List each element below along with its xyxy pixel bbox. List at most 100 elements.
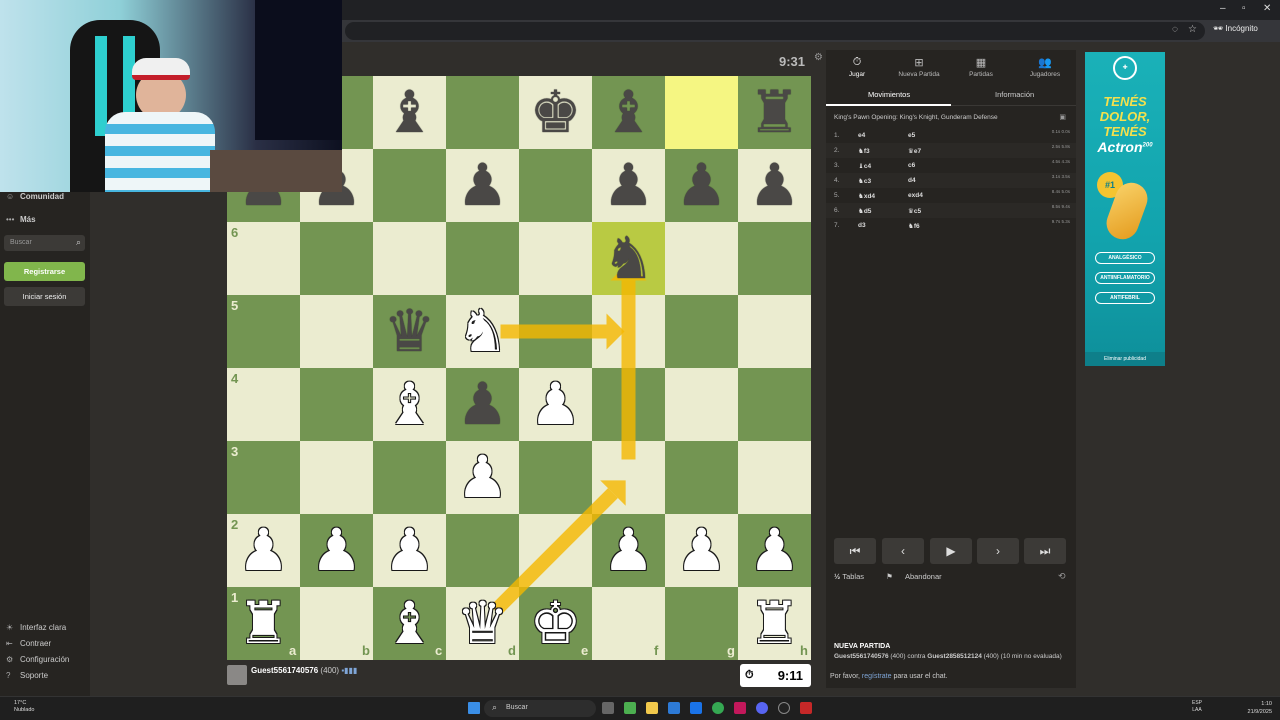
draw-button[interactable]: ½ Tablas [834,572,874,581]
sidebar-item-settings[interactable]: ⚙ Configuración [6,655,69,664]
move-black[interactable]: c6 [908,162,915,169]
black-pawn-d4[interactable]: ♟ [446,368,519,441]
task-view-icon[interactable] [602,702,614,714]
square-d8[interactable] [446,76,519,149]
move-white[interactable]: ♞f3 [858,147,870,155]
next-move-button[interactable]: › [977,538,1019,564]
square-e6[interactable] [519,222,592,295]
tab-new-game[interactable]: ⊞ Nueva Partida [888,56,950,78]
board-settings-icon[interactable]: ⚙ [814,52,823,63]
square-g8[interactable] [665,76,738,149]
square-c6[interactable] [373,222,446,295]
player1-name[interactable]: Guest5561740576 [834,653,889,660]
maximize-button[interactable]: ▫ [1242,3,1246,14]
white-rook-a1[interactable]: ♜ [227,587,300,660]
white-pawn-d3[interactable]: ♟ [446,441,519,514]
square-g5[interactable] [665,295,738,368]
subtab-info[interactable]: Información [995,90,1034,99]
square-b3[interactable] [300,441,373,514]
move-white[interactable]: e4 [858,132,865,139]
resign-button[interactable]: ⚑ Abandonar [886,572,952,581]
black-pawn-d7[interactable]: ♟ [446,149,519,222]
black-bishop-c8[interactable]: ♝ [373,76,446,149]
discord-icon[interactable] [756,702,768,714]
square-h6[interactable] [738,222,811,295]
tab-play[interactable]: ⏱ Jugar [826,56,888,78]
copilot-icon[interactable] [624,702,636,714]
sidebar-item-collapse[interactable]: ⇤ Contraer [6,639,51,648]
login-button[interactable]: Iniciar sesión [4,287,85,306]
sidebar-item-more[interactable]: ••• Más [6,215,36,224]
language-indicator[interactable]: ESP LAA [1192,700,1202,714]
app-icon[interactable] [800,702,812,714]
white-rook-h1[interactable]: ♜ [738,587,811,660]
eye-off-icon[interactable]: ◌ [1172,24,1178,35]
register-link[interactable]: regístrate [862,673,892,680]
incognito-indicator[interactable]: 🕶 Incógnito [1213,24,1258,33]
book-icon[interactable]: ▣ [1059,113,1066,121]
move-black[interactable]: exd4 [908,192,923,199]
advertisement[interactable]: ✚ TENÉS DOLOR, TENÉS Actron200 #1 ANALGÉ… [1085,52,1165,366]
tab-games[interactable]: ▦ Partidas [950,56,1012,78]
app-icon[interactable] [734,702,746,714]
square-e3[interactable] [519,441,592,514]
register-button[interactable]: Registrarse [4,262,85,281]
black-queen-c5[interactable]: ♛ [373,295,446,368]
move-white[interactable]: d3 [858,222,866,229]
white-pawn-g2[interactable]: ♟ [665,514,738,587]
white-bishop-c1[interactable]: ♝ [373,587,446,660]
store-icon[interactable] [668,702,680,714]
sidebar-item-support[interactable]: ? Soporte [6,671,48,680]
white-pawn-a2[interactable]: ♟ [227,514,300,587]
sidebar-search-input[interactable]: Buscar ⌕ [4,235,85,251]
move-black[interactable]: d4 [908,177,916,184]
white-pawn-e4[interactable]: ♟ [519,368,592,441]
clock-tray[interactable]: 1:10 21/9/2025 [1248,700,1272,716]
square-g6[interactable] [665,222,738,295]
move-black[interactable]: ♛e7 [908,147,921,155]
black-rook-h8[interactable]: ♜ [738,76,811,149]
square-h3[interactable] [738,441,811,514]
subtab-moves[interactable]: Movimientos [868,90,910,99]
square-h5[interactable] [738,295,811,368]
white-pawn-c2[interactable]: ♟ [373,514,446,587]
close-window-button[interactable]: ✕ [1263,3,1271,14]
white-pawn-f2[interactable]: ♟ [592,514,665,587]
square-e2[interactable] [519,514,592,587]
move-white[interactable]: ♞xd4 [858,192,875,200]
windows-start-icon[interactable] [468,702,480,714]
move-white[interactable]: ♝c4 [858,162,871,170]
move-white[interactable]: ♞d5 [858,207,871,215]
taskbar-search[interactable]: ⌕ Buscar [484,700,596,717]
first-move-button[interactable]: ⏮ [834,538,876,564]
remove-ads-button[interactable]: Eliminar publicidad [1085,352,1165,366]
address-bar[interactable] [345,22,1205,40]
sidebar-item-light-mode[interactable]: ☀ Interfaz clara [6,623,66,632]
black-pawn-g7[interactable]: ♟ [665,149,738,222]
move-black[interactable]: e5 [908,132,915,139]
square-f4[interactable] [592,368,665,441]
square-g3[interactable] [665,441,738,514]
square-g4[interactable] [665,368,738,441]
square-c7[interactable] [373,149,446,222]
white-pawn-h2[interactable]: ♟ [738,514,811,587]
black-knight-f6[interactable]: ♞ [592,222,665,295]
white-king-e1[interactable]: ♚ [519,587,592,660]
black-bishop-f8[interactable]: ♝ [592,76,665,149]
player2-name[interactable]: Guest2858512124 [927,653,982,660]
square-d2[interactable] [446,514,519,587]
black-king-e8[interactable]: ♚ [519,76,592,149]
file-explorer-icon[interactable] [646,702,658,714]
flip-board-icon[interactable]: ⟲ [1058,571,1066,582]
outlook-icon[interactable] [690,702,702,714]
white-knight-d5[interactable]: ♞ [446,295,519,368]
avatar[interactable] [227,665,247,685]
last-move-button[interactable]: ⏭ [1024,538,1066,564]
star-icon[interactable]: ☆ [1188,24,1197,35]
move-black[interactable]: ♛c5 [908,207,921,215]
move-white[interactable]: ♞c3 [858,177,871,185]
sidebar-item-community[interactable]: ☺ Comunidad [6,192,64,201]
previous-move-button[interactable]: ‹ [882,538,924,564]
square-c3[interactable] [373,441,446,514]
square-e5[interactable] [519,295,592,368]
